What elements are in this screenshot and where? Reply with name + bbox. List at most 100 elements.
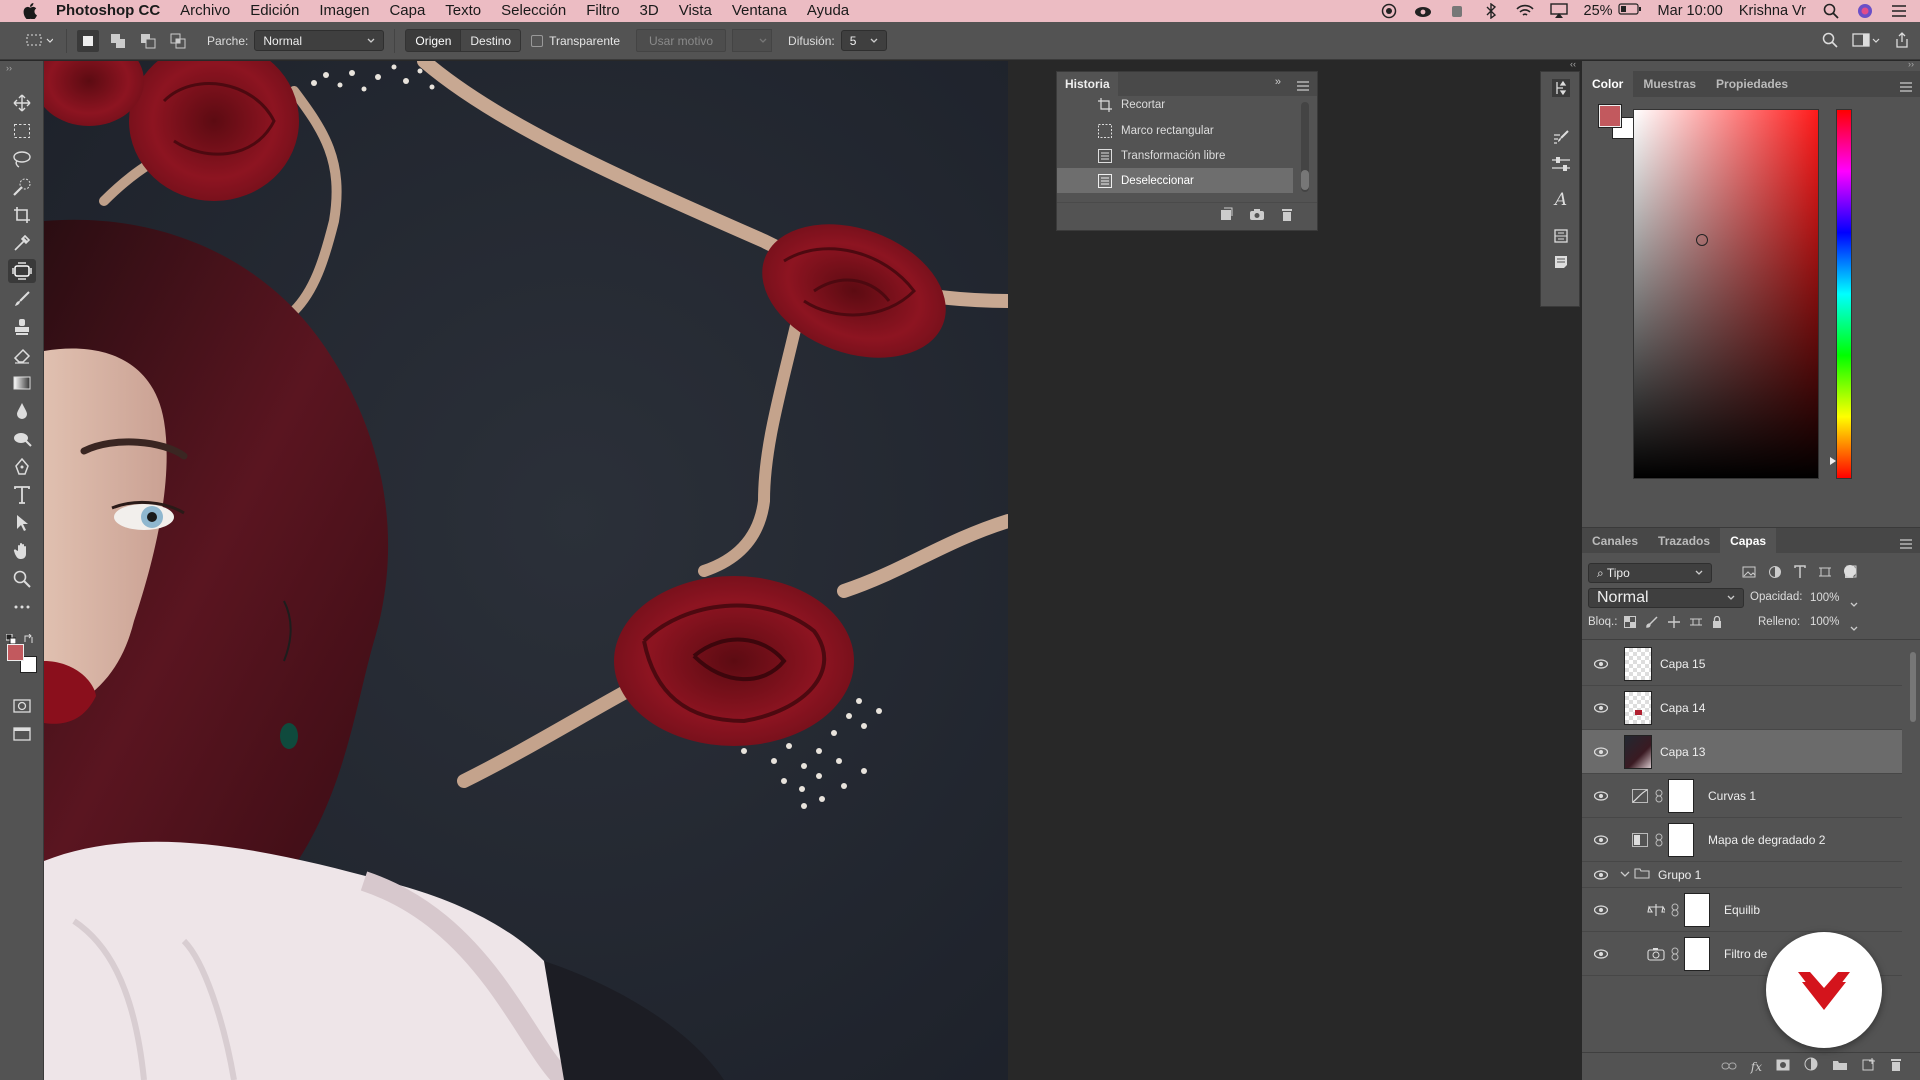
user-name[interactable]: Krishna Vr (1739, 3, 1806, 19)
new-group-icon[interactable] (1832, 1058, 1848, 1076)
menu-vista[interactable]: Vista (679, 0, 712, 22)
opacity-chevron-icon[interactable] (1850, 595, 1858, 613)
link-chain-icon[interactable] (1670, 946, 1680, 962)
document-canvas[interactable] (44, 61, 1008, 1080)
tab-swatches[interactable]: Muestras (1633, 77, 1706, 91)
search-icon[interactable] (1822, 32, 1838, 51)
pattern-picker[interactable] (732, 29, 773, 52)
menu-app-name[interactable]: Photoshop CC (56, 0, 160, 22)
visibility-eye-icon[interactable] (1592, 947, 1610, 961)
type-filter-icon[interactable] (1794, 565, 1806, 584)
layer-style-fx-icon[interactable]: fx (1751, 1060, 1762, 1074)
layer-mask-thumbnail[interactable] (1668, 822, 1694, 857)
collapse-icon[interactable]: ›› (6, 63, 12, 73)
layer-row-selected[interactable]: Capa 13 (1582, 730, 1902, 774)
lock-transparency-icon[interactable] (1624, 615, 1636, 633)
foreground-color-swatch[interactable] (7, 644, 24, 661)
notification-center-icon[interactable] (1890, 3, 1908, 19)
diffusion-select[interactable]: 5 (840, 30, 887, 51)
visibility-eye-icon[interactable] (1592, 903, 1610, 917)
transparent-checkbox[interactable]: Transparente (531, 34, 620, 48)
battery-icon[interactable] (1617, 3, 1642, 19)
record-icon[interactable] (1380, 3, 1398, 19)
layer-row[interactable]: Mapa de degradado 2 (1582, 818, 1902, 862)
brush-tool-icon[interactable] (8, 287, 36, 311)
workspace-icon[interactable] (1852, 32, 1880, 51)
layer-row[interactable]: Curvas 1 (1582, 774, 1902, 818)
siri-icon[interactable] (1856, 3, 1874, 19)
color-fg-swatch[interactable] (1599, 105, 1621, 127)
marquee-tool-icon[interactable] (8, 119, 36, 143)
layer-mask-thumbnail[interactable] (1684, 892, 1710, 927)
image-filter-icon[interactable] (1742, 565, 1756, 584)
dodge-tool-icon[interactable] (8, 427, 36, 451)
zoom-tool-icon[interactable] (8, 567, 36, 591)
tab-paths[interactable]: Trazados (1648, 534, 1720, 548)
swap-colors-icon[interactable] (24, 631, 34, 643)
patch-mode-select[interactable]: Normal (254, 30, 385, 51)
blend-mode-select[interactable]: Normal (1588, 588, 1744, 608)
layer-filter-select[interactable]: ⌕ Tipo (1588, 563, 1712, 583)
libraries-icon[interactable] (1551, 226, 1571, 246)
eraser-tool-icon[interactable] (8, 343, 36, 367)
add-mask-icon[interactable] (1776, 1058, 1790, 1076)
layer-mask-thumbnail[interactable] (1684, 936, 1710, 971)
menu-archivo[interactable]: Archivo (180, 0, 230, 22)
crop-tool-icon[interactable] (8, 203, 36, 227)
bluetooth-icon[interactable] (1482, 3, 1500, 19)
menu-imagen[interactable]: Imagen (319, 0, 369, 22)
menu-filtro[interactable]: Filtro (586, 0, 619, 22)
hue-slider[interactable] (1836, 109, 1852, 479)
link-chain-icon[interactable] (1654, 788, 1664, 804)
notes-icon[interactable] (1551, 252, 1571, 272)
link-layers-icon[interactable] (1721, 1058, 1737, 1076)
tab-properties[interactable]: Propiedades (1706, 77, 1798, 91)
lasso-tool-icon[interactable] (8, 147, 36, 171)
new-adjustment-layer-icon[interactable] (1804, 1057, 1818, 1076)
color-field[interactable] (1633, 109, 1819, 479)
layers-panel-menu-icon[interactable] (1900, 536, 1912, 554)
share-icon[interactable] (1894, 31, 1910, 51)
delete-layer-icon[interactable] (1890, 1057, 1902, 1076)
subtract-selection-icon[interactable] (137, 30, 159, 52)
menu-ventana[interactable]: Ventana (732, 0, 787, 22)
menu-seleccion[interactable]: Selección (501, 0, 566, 22)
new-document-from-state-icon[interactable] (1219, 207, 1233, 226)
spotlight-search-icon[interactable] (1822, 3, 1840, 19)
quick-selection-tool-icon[interactable] (8, 175, 36, 199)
menu-texto[interactable]: Texto (445, 0, 481, 22)
tab-color[interactable]: Color (1582, 71, 1634, 97)
clone-stamp-tool-icon[interactable] (8, 315, 36, 339)
camera-snapshot-icon[interactable] (1249, 207, 1265, 226)
history-panel-icon[interactable] (1551, 78, 1571, 98)
layer-row[interactable]: Capa 15 (1582, 642, 1902, 686)
history-item-selected[interactable]: Deseleccionar (1057, 168, 1293, 193)
gradient-tool-icon[interactable] (8, 371, 36, 395)
path-selection-tool-icon[interactable] (8, 511, 36, 535)
type-tool-icon[interactable] (8, 483, 36, 507)
menu-edicion[interactable]: Edición (250, 0, 299, 22)
layer-row[interactable]: Equilib (1582, 888, 1902, 932)
visibility-eye-icon[interactable] (1592, 789, 1610, 803)
hue-slider-handle[interactable] (1830, 457, 1836, 465)
collapse-dock-icon[interactable]: ‹‹ (1570, 59, 1576, 69)
menu-capa[interactable]: Capa (389, 0, 425, 22)
new-selection-icon[interactable] (77, 29, 99, 52)
eyedropper-tool-icon[interactable] (8, 231, 36, 255)
tool-preset-icon[interactable] (20, 22, 56, 60)
menu-ayuda[interactable]: Ayuda (807, 0, 849, 22)
visibility-eye-icon[interactable] (1592, 745, 1610, 759)
history-scrollbar[interactable] (1301, 102, 1309, 192)
pen-tool-icon[interactable] (8, 455, 36, 479)
apple-icon[interactable] (20, 3, 40, 19)
airplay-icon[interactable] (1549, 3, 1568, 19)
color-picker-handle[interactable] (1696, 234, 1708, 246)
visibility-eye-icon[interactable] (1592, 868, 1610, 882)
collapse-right-icon[interactable]: ›› (1908, 59, 1914, 69)
fill-chevron-icon[interactable] (1850, 619, 1858, 637)
visibility-eye-icon[interactable] (1592, 701, 1610, 715)
quick-mask-icon[interactable] (8, 694, 36, 718)
adjustments-icon[interactable] (1551, 154, 1571, 174)
trash-icon[interactable] (1281, 207, 1293, 226)
brush-settings-icon[interactable] (1551, 128, 1571, 148)
